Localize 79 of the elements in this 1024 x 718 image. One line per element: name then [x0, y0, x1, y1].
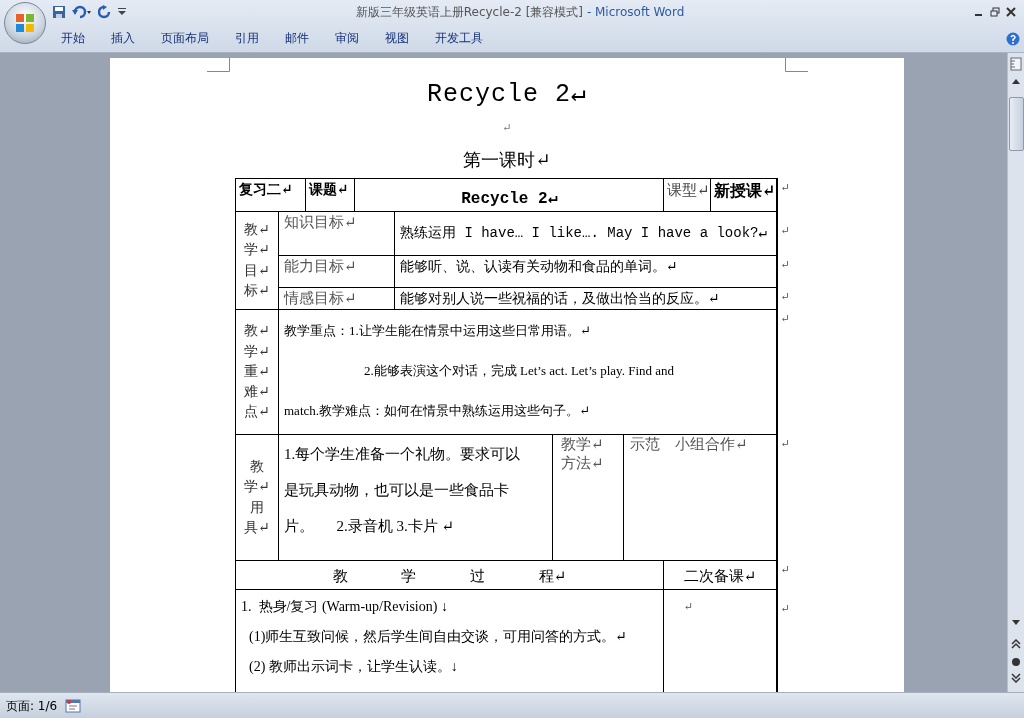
table-cell-text: 能够对别人说一些祝福的话，及做出恰当的反应。↵ — [400, 291, 720, 306]
next-page-icon[interactable] — [1010, 673, 1022, 683]
row-heading-char: 学↵ — [244, 241, 270, 260]
text-line: 1. 热身/复习 (Warm-up/Revision) ↓ — [241, 598, 449, 616]
end-of-row-mark: ↵ — [780, 563, 790, 576]
table-cell-text: 能力目标↵ — [284, 258, 357, 274]
vertical-scrollbar[interactable] — [1007, 53, 1024, 692]
table-cell-text: 能够听、说、认读有关动物和食品的单词。↵ — [400, 259, 678, 274]
previous-page-icon[interactable] — [1010, 639, 1022, 649]
table-cell-text: 课型↵ — [667, 182, 710, 198]
row-heading-char: 目↵ — [244, 261, 270, 280]
ribbon-tab[interactable]: 页面布局 — [148, 29, 222, 47]
lesson-heading: 第一课时↵ — [463, 150, 551, 170]
table-cell-text: 课题↵ — [308, 182, 349, 197]
row-heading-char: 教↵ — [244, 322, 270, 341]
row-heading-char: 教 — [250, 457, 264, 476]
ribbon-tab[interactable]: 视图 — [372, 29, 422, 47]
scroll-thumb[interactable] — [1009, 97, 1024, 151]
row-heading-char: 学↵ — [244, 342, 270, 361]
table-cell-text: 情感目标↵ — [284, 290, 357, 306]
table-cell-text: 知识目标↵ — [284, 214, 357, 230]
redo-icon[interactable] — [98, 5, 112, 19]
ribbon-tab[interactable]: 插入 — [98, 29, 148, 47]
table-cell-text: 教 学 过 程↵ — [332, 568, 567, 584]
ribbon-tab[interactable]: 开始 — [48, 29, 98, 47]
end-of-row-mark: ↵ — [780, 437, 790, 450]
crop-mark-icon — [785, 58, 808, 72]
browse-object-icon[interactable] — [1011, 657, 1021, 667]
document-check-icon[interactable] — [65, 699, 82, 713]
ribbon-tab[interactable]: 开发工具 — [422, 29, 496, 47]
text-line: match.教学难点：如何在情景中熟练运用这些句子。↵ — [284, 402, 591, 420]
row-heading-char: 标↵ — [244, 281, 270, 300]
table-cell-text: 熟练运用 I have… I like…. May I have a look?↵ — [400, 225, 767, 241]
document-title: Recycle 2↵ — [426, 80, 588, 109]
table-cell-text: 示范 小组合作↵ — [630, 436, 748, 452]
page-count[interactable]: 页面: 1/6 — [6, 697, 58, 715]
end-of-row-mark: ↵ — [780, 312, 790, 325]
end-of-row-mark: ↵ — [780, 224, 790, 237]
table-cell-text: 二次备课↵ — [683, 568, 757, 584]
table-cell-text: 教学↵ 方法↵ — [561, 436, 604, 471]
table-cell-text: 复习二↵ — [239, 182, 293, 197]
text-line: 片。 2.录音机 3.卡片 ↵ — [284, 517, 456, 536]
ribbon-tab[interactable]: 邮件 — [272, 29, 322, 47]
table-cell-text: Recycle 2↵ — [461, 190, 558, 208]
table-cell-text: 新授课↵ — [714, 182, 776, 199]
text-line: 1.每个学生准备一个礼物。要求可以 — [284, 445, 522, 464]
paragraph-mark: ↵ — [684, 600, 694, 612]
end-of-row-mark: ↵ — [780, 290, 790, 303]
office-logo-icon — [16, 14, 34, 32]
row-heading-char: 难↵ — [244, 383, 270, 402]
undo-icon[interactable] — [72, 5, 92, 19]
row-heading-char: 重↵ — [244, 362, 270, 381]
close-icon[interactable] — [1006, 7, 1016, 17]
end-of-row-mark: ↵ — [780, 602, 790, 615]
row-heading-char: 用 — [250, 498, 264, 517]
ruler-icon[interactable] — [1010, 57, 1022, 71]
text-line: (1)师生互致问候，然后学生间自由交谈，可用问答的方式。↵ — [248, 628, 629, 646]
crop-mark-icon — [207, 58, 230, 72]
row-heading-char: 学↵ — [244, 478, 270, 497]
ribbon-tab[interactable]: 引用 — [222, 29, 272, 47]
text-line: (2) 教师出示词卡，让学生认读。↓ — [248, 658, 459, 676]
window-title: 新版三年级英语上册Recycle-2 [兼容模式] - Microsoft Word — [355, 4, 685, 19]
ribbon-tab[interactable]: 审阅 — [322, 29, 372, 47]
text-line: 2.能够表演这个对话，完成 Let’s act. Let’s play. Find and — [363, 362, 676, 380]
paragraph-mark: ↵ — [502, 121, 512, 133]
text-line: 教学重点：1.让学生能在情景中运用这些日常用语。↵ — [284, 322, 592, 340]
end-of-row-mark: ↵ — [780, 181, 790, 194]
office-button[interactable] — [4, 2, 46, 44]
restore-icon[interactable] — [990, 7, 1000, 17]
help-icon[interactable] — [1006, 32, 1020, 46]
scroll-up-icon[interactable] — [1011, 77, 1021, 85]
customize-caret-icon[interactable] — [118, 7, 126, 17]
scroll-down-icon[interactable] — [1011, 619, 1021, 627]
row-heading-char: 具↵ — [244, 518, 270, 537]
row-heading-char: 教↵ — [244, 220, 270, 239]
save-icon[interactable] — [52, 5, 66, 19]
end-of-row-mark: ↵ — [780, 258, 790, 271]
row-heading-char: 点↵ — [244, 403, 270, 422]
text-line: 是玩具动物，也可以是一些食品卡 — [284, 481, 510, 500]
